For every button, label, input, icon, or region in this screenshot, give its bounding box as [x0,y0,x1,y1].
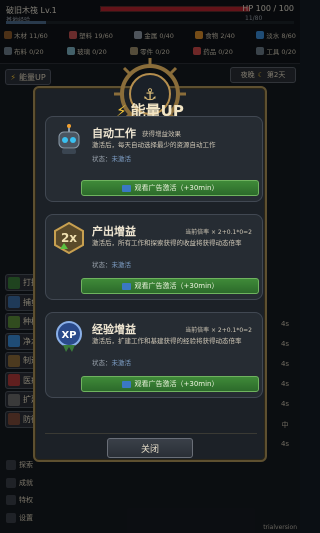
video-ad-icon [121,380,131,388]
svg-text:2x: 2x [61,231,77,245]
card-description: 激活后，每天自动选择最少的资源自动工作 [92,141,216,149]
card-title: 经验增益 [92,323,136,336]
card-rate: 当前倍率 × 2+0.1*0=2 [185,229,252,236]
card-status: 状态：未激活 [92,153,131,163]
xp-icon: XP [52,319,86,353]
video-ad-icon [121,282,131,290]
watch-ad-button[interactable]: 观看广告激活（+30min） [81,376,259,392]
status-label: 状态： [92,155,112,163]
boost-card: 自动工作 获得增益效果激活后，每天自动选择最少的资源自动工作 状态：未激活观看广告激… [45,116,263,202]
card-rate: 当前倍率 × 2+0.1*0=2 [185,327,252,334]
close-button[interactable]: 关闭 [107,438,193,458]
robot-icon [52,123,86,157]
card-subtitle: 获得增益效果 [142,130,181,138]
watch-ad-label: 观看广告激活（+30min） [134,184,219,192]
game-screen: 破旧木筏 Lv.1 HP 100 / 100 基地经验 11/80 木材 11/… [0,0,300,533]
status-label: 状态： [92,359,112,367]
status-value: 未激活 [111,261,132,269]
card-title: 自动工作 [92,127,136,140]
watch-ad-label: 观看广告激活（+30min） [134,282,219,290]
boost-card: XP 经验增益 当前倍率 × 2+0.1*0=2 激活后，扩建工作和基建获得的经验将获… [45,312,263,398]
card-status: 状态：未激活 [92,259,131,269]
card-title: 产出增益 [92,225,136,238]
status-value: 未激活 [111,359,132,367]
card-description: 激活后，所有工作和探索获得的收益将获得动态倍率 [92,239,242,247]
boost-card: 2x 产出增益 当前倍率 × 2+0.1*0=2 激活后，所有工作和探索获得的收益将获… [45,214,263,300]
watch-ad-button[interactable]: 观看广告激活（+30min） [81,278,259,294]
watch-ad-label: 观看广告激活（+30min） [134,380,219,388]
card-description: 激活后，扩建工作和基建获得的经验将获得动态倍率 [92,337,242,345]
status-value: 未激活 [111,155,132,163]
divider [45,433,257,434]
svg-text:XP: XP [61,330,76,341]
watch-ad-button[interactable]: 观看广告激活（+30min） [81,180,259,196]
status-label: 状态： [92,261,112,269]
video-ad-icon [121,184,131,192]
double-output-icon: 2x [52,221,86,255]
card-status: 状态：未激活 [92,357,131,367]
